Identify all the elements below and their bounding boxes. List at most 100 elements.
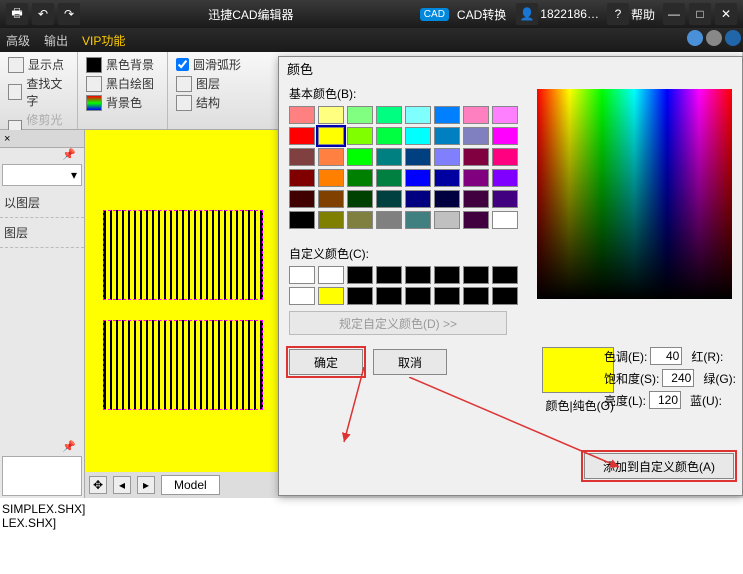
- undo-icon[interactable]: ↶: [32, 3, 54, 25]
- color-swatch[interactable]: [492, 148, 518, 166]
- color-swatch[interactable]: [376, 190, 402, 208]
- color-swatch[interactable]: [463, 127, 489, 145]
- custom-swatch[interactable]: [492, 287, 518, 305]
- color-swatch[interactable]: [434, 148, 460, 166]
- color-gradient-picker[interactable]: [537, 89, 732, 299]
- custom-swatch[interactable]: [376, 287, 402, 305]
- style-gray-icon[interactable]: [706, 30, 722, 46]
- color-swatch[interactable]: [376, 211, 402, 229]
- color-swatch[interactable]: [347, 169, 373, 187]
- custom-swatch[interactable]: [347, 287, 373, 305]
- custom-swatch[interactable]: [318, 266, 344, 284]
- color-swatch[interactable]: [434, 127, 460, 145]
- color-swatch[interactable]: [376, 148, 402, 166]
- color-swatch[interactable]: [289, 169, 315, 187]
- sat-input[interactable]: [662, 369, 694, 387]
- prev-tab-icon[interactable]: ◂: [113, 476, 131, 494]
- user-icon[interactable]: 👤: [516, 3, 538, 25]
- color-swatch[interactable]: [492, 190, 518, 208]
- color-swatch[interactable]: [318, 211, 344, 229]
- ribbon-black-bg[interactable]: 黑色背景: [106, 56, 154, 73]
- close-icon[interactable]: ✕: [715, 3, 737, 25]
- color-swatch[interactable]: [289, 106, 315, 124]
- color-swatch[interactable]: [289, 211, 315, 229]
- color-swatch[interactable]: [318, 190, 344, 208]
- ribbon-smooth-arc[interactable]: 圆滑弧形: [193, 56, 241, 73]
- color-swatch[interactable]: [492, 169, 518, 187]
- color-swatch[interactable]: [376, 127, 402, 145]
- color-swatch[interactable]: [434, 169, 460, 187]
- color-swatch[interactable]: [347, 127, 373, 145]
- color-swatch[interactable]: [405, 148, 431, 166]
- ok-button[interactable]: 确定: [289, 349, 363, 375]
- color-swatch[interactable]: [376, 169, 402, 187]
- color-swatch[interactable]: [289, 148, 315, 166]
- color-swatch[interactable]: [463, 169, 489, 187]
- custom-swatch[interactable]: [434, 266, 460, 284]
- cad-convert-link[interactable]: CAD转换: [457, 6, 506, 23]
- color-swatch[interactable]: [289, 127, 315, 145]
- ribbon-bg-color[interactable]: 背景色: [106, 94, 142, 111]
- color-swatch[interactable]: [434, 211, 460, 229]
- color-swatch[interactable]: [347, 106, 373, 124]
- add-to-custom-button[interactable]: 添加到自定义颜色(A): [584, 453, 734, 479]
- custom-swatch[interactable]: [492, 266, 518, 284]
- panel-item-bylayer[interactable]: 以图层: [0, 188, 84, 218]
- color-swatch[interactable]: [463, 211, 489, 229]
- color-swatch[interactable]: [434, 190, 460, 208]
- color-swatch[interactable]: [405, 169, 431, 187]
- redo-icon[interactable]: ↷: [58, 3, 80, 25]
- custom-swatch[interactable]: [405, 266, 431, 284]
- ribbon-bw-draw[interactable]: 黑白绘图: [106, 75, 154, 92]
- menu-item[interactable]: 输出: [44, 32, 68, 49]
- ribbon-show-point[interactable]: 显示点: [28, 56, 64, 73]
- custom-swatch[interactable]: [405, 287, 431, 305]
- color-swatch[interactable]: [405, 106, 431, 124]
- pan-icon[interactable]: ✥: [89, 476, 107, 494]
- color-swatch[interactable]: [347, 190, 373, 208]
- custom-swatch[interactable]: [376, 266, 402, 284]
- panel-tab-close[interactable]: ×: [0, 130, 84, 148]
- menu-item[interactable]: 高级: [6, 32, 30, 49]
- custom-swatch[interactable]: [463, 266, 489, 284]
- pin-icon[interactable]: 📌: [0, 148, 84, 162]
- maximize-icon[interactable]: □: [689, 3, 711, 25]
- color-swatch[interactable]: [434, 106, 460, 124]
- color-swatch[interactable]: [463, 148, 489, 166]
- custom-swatch[interactable]: [289, 266, 315, 284]
- color-swatch[interactable]: [405, 190, 431, 208]
- color-swatch[interactable]: [347, 211, 373, 229]
- ribbon-layers[interactable]: 图层: [196, 75, 220, 92]
- style-help-icon[interactable]: [725, 30, 741, 46]
- next-tab-icon[interactable]: ▸: [137, 476, 155, 494]
- color-swatch[interactable]: [492, 106, 518, 124]
- layer-dropdown[interactable]: ▾: [2, 164, 82, 186]
- menu-item-vip[interactable]: VIP功能: [82, 32, 125, 49]
- lum-input[interactable]: [649, 391, 681, 409]
- ribbon-find-text[interactable]: 查找文字: [26, 75, 69, 109]
- style-blue-icon[interactable]: [687, 30, 703, 46]
- pin-icon[interactable]: 📌: [0, 440, 84, 454]
- color-swatch[interactable]: [289, 190, 315, 208]
- color-swatch[interactable]: [318, 169, 344, 187]
- custom-swatch[interactable]: [318, 287, 344, 305]
- color-swatch[interactable]: [405, 211, 431, 229]
- panel-item-layer[interactable]: 图层: [0, 218, 84, 248]
- model-tab[interactable]: Model: [161, 475, 220, 495]
- color-swatch[interactable]: [463, 190, 489, 208]
- custom-swatch[interactable]: [347, 266, 373, 284]
- color-swatch[interactable]: [405, 127, 431, 145]
- color-swatch[interactable]: [318, 106, 344, 124]
- cancel-button[interactable]: 取消: [373, 349, 447, 375]
- color-swatch[interactable]: [318, 127, 344, 145]
- custom-swatch[interactable]: [289, 287, 315, 305]
- color-swatch[interactable]: [376, 106, 402, 124]
- color-swatch[interactable]: [318, 148, 344, 166]
- color-swatch[interactable]: [492, 127, 518, 145]
- custom-swatch[interactable]: [463, 287, 489, 305]
- custom-swatch[interactable]: [434, 287, 460, 305]
- ribbon-structure[interactable]: 结构: [196, 94, 220, 111]
- color-swatch[interactable]: [347, 148, 373, 166]
- minimize-icon[interactable]: —: [663, 3, 685, 25]
- help-icon[interactable]: ?: [607, 3, 629, 25]
